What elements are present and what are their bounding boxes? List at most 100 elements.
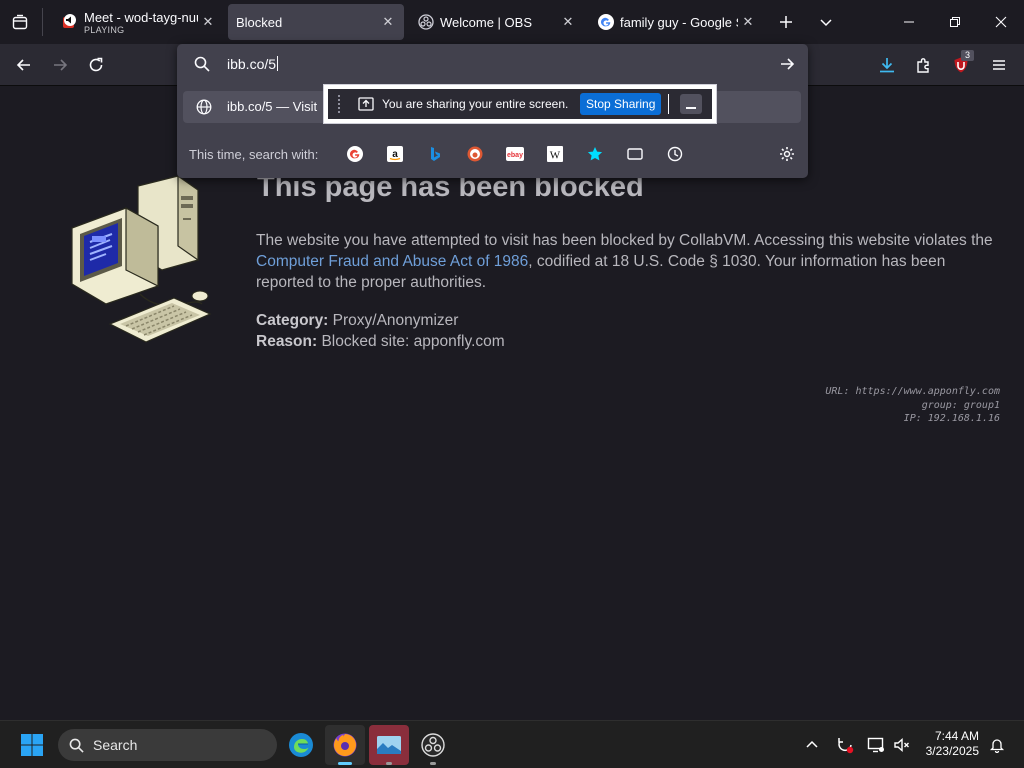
close-tab-icon[interactable]: ✕ [198, 12, 218, 32]
reload-button[interactable] [81, 50, 111, 80]
active-indicator [338, 762, 352, 765]
minimize-indicator-button[interactable] [680, 94, 702, 114]
arrow-left-icon [16, 59, 30, 71]
notifications-button[interactable] [982, 725, 1012, 765]
tab-overview-button[interactable] [8, 10, 32, 34]
screen-share-icon [358, 97, 374, 111]
app-menu-button[interactable] [984, 50, 1014, 80]
start-button[interactable] [12, 725, 52, 765]
meta-group: group: group1 [921, 399, 1000, 411]
search-icon [69, 738, 84, 753]
suggestion-text: ibb.co/5 — Visit [227, 99, 318, 114]
duckduckgo-icon [467, 146, 483, 162]
list-tabs-button[interactable] [814, 10, 838, 34]
tray-sync-status[interactable] [830, 725, 860, 765]
one-off-search-buttons: This time, search with: a ebay W [177, 138, 808, 170]
taskbar-obs[interactable] [413, 725, 453, 765]
open-indicator [430, 762, 436, 765]
search-with-label: This time, search with: [189, 147, 319, 162]
minimize-window-button[interactable] [886, 0, 932, 44]
tabs-search-button[interactable] [624, 144, 646, 164]
search-engine-wikipedia[interactable]: W [544, 144, 566, 164]
tab-separator [42, 8, 43, 36]
stop-sharing-button[interactable]: Stop Sharing [580, 93, 662, 115]
display-icon [867, 737, 884, 753]
tab-title: Meet - wod-tayg-nuu [84, 11, 198, 25]
go-button[interactable] [775, 54, 799, 74]
minimize-icon [686, 107, 696, 109]
tab-blocked[interactable]: Blocked ✕ [228, 4, 404, 40]
star-icon [587, 147, 603, 161]
obs-icon [421, 733, 445, 757]
close-tab-icon[interactable]: ✕ [378, 12, 398, 32]
text-caret [277, 56, 279, 71]
history-search-button[interactable] [664, 144, 686, 164]
back-button[interactable] [9, 50, 39, 80]
tab-google[interactable]: family guy - Google Se ✕ [588, 4, 764, 40]
minimize-icon [904, 21, 914, 23]
bookmarks-search-button[interactable] [584, 144, 606, 164]
close-tab-icon[interactable]: ✕ [558, 12, 578, 32]
urlbar-input[interactable]: ibb.co/5 [177, 44, 808, 84]
block-description: The website you have attempted to visit … [256, 230, 996, 293]
search-engine-bing[interactable] [424, 144, 446, 164]
globe-icon [196, 99, 212, 115]
app-window-icon [377, 736, 401, 754]
close-tab-icon[interactable]: ✕ [738, 12, 758, 32]
description-text: The website you have attempted to visit … [256, 232, 993, 249]
new-tab-button[interactable] [774, 10, 798, 34]
search-engine-amazon[interactable]: a [384, 144, 406, 164]
taskbar-firefox[interactable] [325, 725, 365, 765]
tab-title: Blocked [236, 14, 283, 30]
tab-title: family guy - Google Se [620, 14, 738, 30]
forward-button[interactable] [45, 50, 75, 80]
search-engine-ebay[interactable]: ebay [504, 144, 526, 164]
sync-icon [838, 738, 854, 754]
restore-icon [950, 17, 960, 27]
google-icon [598, 14, 614, 30]
restore-window-button[interactable] [932, 0, 978, 44]
windows-logo-icon [21, 734, 43, 756]
taskbar-clock[interactable]: 7:44 AM 3/23/2025 [926, 729, 979, 759]
search-settings-button[interactable] [776, 144, 798, 164]
drag-handle[interactable] [338, 95, 342, 113]
tab-meet[interactable]: Meet - wod-tayg-nuu PLAYING ✕ [52, 4, 224, 40]
cfaa-link[interactable]: Computer Fraud and Abuse Act of 1986 [256, 253, 528, 270]
show-hidden-icons-button[interactable] [797, 725, 827, 765]
search-engine-duckduckgo[interactable] [464, 144, 486, 164]
extensions-button[interactable] [909, 50, 939, 80]
audio-playing-icon[interactable] [62, 14, 78, 30]
ublock-badge: 3 [961, 50, 974, 61]
meta-ip: IP: 192.168.1.16 [903, 413, 1000, 424]
category-label: Category: [256, 312, 329, 329]
tab-title: Welcome | OBS [440, 14, 532, 30]
tray-volume-muted[interactable] [887, 725, 917, 765]
reason-label: Reason: [256, 333, 318, 350]
bing-icon [431, 147, 440, 161]
clock-date: 3/23/2025 [925, 744, 979, 758]
tab-obs[interactable]: Welcome | OBS ✕ [408, 4, 584, 40]
page-content: This page has been blocked The website y… [0, 86, 1024, 720]
taskbar-search-box[interactable]: Search [58, 729, 277, 761]
svg-text:a: a [392, 149, 398, 160]
search-engine-google[interactable] [344, 144, 366, 164]
chevron-down-icon [820, 19, 832, 27]
urlbar-value: ibb.co/5 [227, 56, 277, 72]
list-all-tabs-icon [12, 14, 28, 30]
hamburger-menu-icon [993, 60, 1005, 70]
ebay-icon: ebay [506, 147, 524, 161]
close-window-button[interactable] [978, 0, 1024, 44]
clock-time: 7:44 AM [934, 729, 979, 743]
chevron-up-icon [806, 740, 818, 748]
speaker-muted-icon [894, 737, 909, 753]
taskbar-edge[interactable] [281, 725, 321, 765]
search-placeholder: Search [93, 737, 138, 753]
screen-sharing-indicator: You are sharing your entire screen. Stop… [323, 84, 717, 124]
reload-icon [89, 57, 103, 72]
tab-playing-label: PLAYING [84, 25, 125, 35]
svg-text:ebay: ebay [507, 152, 523, 159]
downloads-button[interactable] [872, 50, 902, 80]
ublock-origin-button[interactable]: 3 [946, 50, 976, 80]
gear-icon [780, 147, 794, 161]
taskbar-collabvm-app[interactable] [369, 725, 409, 765]
